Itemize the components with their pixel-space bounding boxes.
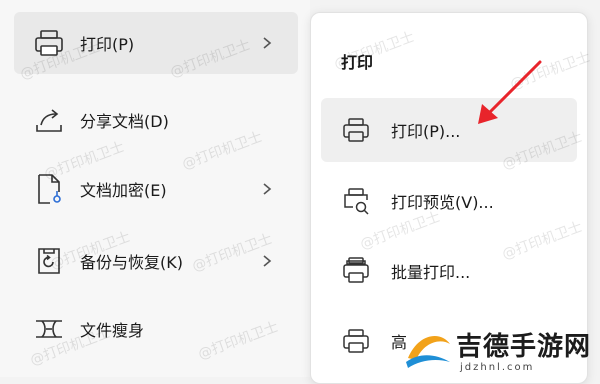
share-icon [36, 109, 62, 132]
submenu-item-label: 批量打印... [391, 263, 471, 282]
brand-logo: 吉德手游网 jdzhnl.com [400, 314, 600, 377]
menu-item-label: 文档加密(E) [80, 181, 167, 200]
chevron-right-icon [263, 37, 272, 49]
batch-print-icon [343, 257, 369, 283]
annotation-arrow [478, 60, 542, 124]
chevron-right-icon [263, 255, 272, 267]
brand-domain: jdzhnl.com [460, 362, 535, 373]
menu-item-label: 分享文档(D) [80, 112, 169, 131]
submenu-item-label: 打印(P)... [391, 122, 461, 141]
logo-mark [406, 335, 450, 368]
print-preview-icon [344, 188, 369, 215]
printer-icon [343, 118, 369, 142]
brand-name: 吉德手游网 [456, 332, 592, 362]
submenu-item-print-preview[interactable]: 打印预览(V)... [321, 169, 577, 233]
advanced-print-icon [343, 329, 369, 353]
chevron-right-icon [263, 183, 272, 195]
submenu-item-label: 打印预览(V)... [391, 193, 494, 212]
